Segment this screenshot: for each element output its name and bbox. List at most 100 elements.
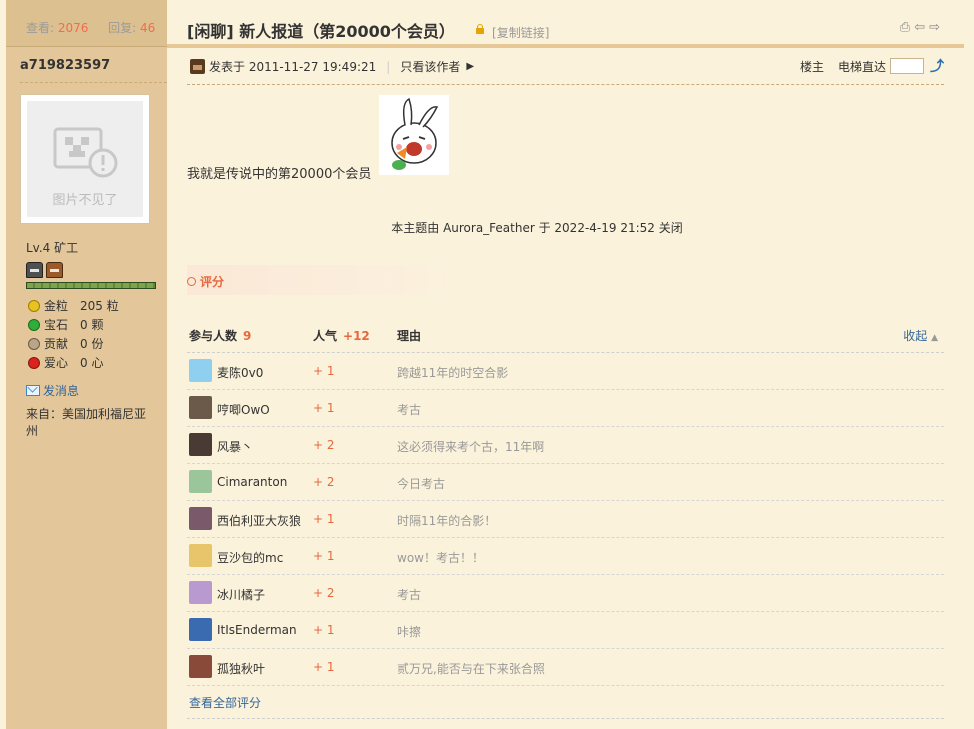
experience-bar-fill [27,283,155,288]
stat-value: 0 颗 [80,318,104,332]
rating-reason: 考古 [397,403,422,417]
rating-row: 哼唧OwO + 1 考古 [187,390,944,427]
divider [20,82,167,83]
stat-value: 0 份 [80,337,104,351]
iron-helmet-medal-icon[interactable] [26,262,43,278]
rating-reason: 咔擦 [397,625,422,639]
stat-gem: 宝石 0 颗 [28,316,119,335]
rating-table-header: 参与人数 9 人气 +12 理由 收起 ▲ [187,320,944,353]
replies-label: 回复: [108,21,137,35]
leather-helmet-medal-icon[interactable] [46,262,63,278]
stat-gold: 金粒 205 粒 [28,297,119,316]
user-location: 来自：美国加利福尼亚州 [26,407,147,438]
online-status-icon [190,59,205,74]
rating-table: 参与人数 9 人气 +12 理由 收起 ▲ 麦陈0v0 + 1 跨越11年的时空合影 哼唧… [187,320,944,686]
title-divider [167,44,964,48]
emerald-icon [28,318,40,331]
rater-avatar[interactable] [189,396,212,419]
rating-score: + 1 [313,512,335,526]
rate-circle-icon [187,277,196,286]
rating-row: 孤独秋叶 + 1 贰万兄,能否与在下来张合照 [187,649,944,686]
copy-link-button[interactable]: [复制链接] [492,26,549,40]
rater-name[interactable]: 豆沙包的mc [217,549,283,566]
jump-go-icon[interactable]: ⤴ [930,56,944,76]
post-content: 我就是传说中的第20000个会员 [187,167,372,182]
medal-list [26,262,66,281]
rating-row: 豆沙包的mc + 1 wow！考古！！ [187,538,944,575]
participant-count: 9 [243,329,252,343]
thread-tools: ⎙⇦⇨ [900,20,944,35]
collapse-button[interactable]: 收起 ▲ [903,320,938,354]
thread-title-row: [闲聊] 新人报道（第20000个会员） [复制链接] [187,18,549,42]
views-label: 查看: [26,21,55,35]
contribution-icon [28,337,40,350]
replies-count: 46 [139,21,156,35]
rater-avatar[interactable] [189,655,212,678]
broken-image-icon [53,127,118,178]
rating-score: + 1 [313,549,335,563]
print-icon[interactable]: ⎙ [900,20,914,35]
rater-name[interactable]: 风暴丶 [217,438,253,455]
rating-score: + 1 [313,623,335,637]
thread-stats-bar: 查看: 2076 回复: 46 [6,0,167,47]
rating-row: 风暴丶 + 2 这必须得来考个古，11年啊 [187,427,944,464]
rater-name[interactable]: 冰川橘子 [217,586,265,603]
rater-avatar[interactable] [189,470,212,493]
author-sidebar: 查看: 2076 回复: 46 a719823597 图片不见了 Lv.4 矿工 [6,0,167,729]
rater-avatar[interactable] [189,359,212,382]
rate-button[interactable]: 评分 [187,273,224,290]
popularity-total: +12 [343,329,370,343]
only-author-link[interactable]: 只看该作者 [400,58,460,75]
rater-name[interactable]: 孤独秋叶 [217,660,265,677]
user-stats: 金粒 205 粒 宝石 0 颗 贡献 0 份 爱心 0 心 [28,297,119,373]
rater-avatar[interactable] [189,507,212,530]
collapse-label: 收起 [903,329,928,343]
post-meta: 发表于 2011-11-27 19:49:21 | 只看该作者 ▶ [190,58,474,75]
rabbit-sticker-image [379,95,449,175]
rating-score: + 2 [313,475,335,489]
stat-love: 爱心 0 心 [28,354,119,373]
rating-panel [187,265,457,295]
rating-score: + 1 [313,401,335,415]
rating-score: + 2 [313,438,335,452]
next-thread-icon[interactable]: ⇨ [929,20,944,35]
popularity-label: 人气 [313,329,338,343]
post-floor-tools: 楼主 电梯直达 ⤴ [800,56,944,76]
rater-avatar[interactable] [189,618,212,641]
rater-name[interactable]: 麦陈0v0 [217,364,263,381]
floor-jump-input[interactable] [890,58,924,74]
author-username[interactable]: a719823597 [20,58,110,73]
rating-reason: 这必须得来考个古，11年啊 [397,440,545,454]
envelope-icon [26,385,40,396]
avatar-placeholder: 图片不见了 [27,101,143,217]
stat-label: 宝石 [44,318,69,332]
views-count: 2076 [57,21,89,35]
view-all-ratings-link[interactable]: 查看全部评分 [189,694,261,711]
rater-name[interactable]: 哼唧OwO [217,401,270,418]
stat-value: 205 粒 [80,299,119,313]
rating-score: + 1 [313,364,335,378]
rate-button-label: 评分 [200,275,225,289]
previous-thread-icon[interactable]: ⇦ [914,20,929,35]
rating-reason: 今日考古 [397,477,446,491]
rating-score: + 2 [313,586,335,600]
rater-name[interactable]: 西伯利亚大灰狼 [217,512,301,529]
rabbit-sticker-icon [391,97,439,170]
play-triangle-icon[interactable]: ▶ [466,61,474,72]
rater-name[interactable]: Cimaranton [217,475,287,489]
reason-header: 理由 [397,329,422,343]
send-message-label: 发消息 [43,384,80,398]
thread-title: [闲聊] 新人报道（第20000个会员） [187,22,455,41]
participants-header: 参与人数 9 [189,320,251,352]
rater-avatar[interactable] [189,544,212,567]
stat-label: 金粒 [44,299,69,313]
send-message-link[interactable]: 发消息 [26,382,79,399]
rater-avatar[interactable] [189,433,212,456]
rater-avatar[interactable] [189,581,212,604]
rating-rows: 麦陈0v0 + 1 跨越11年的时空合影 哼唧OwO + 1 考古 风暴丶 + 2 这必须得来考… [187,353,944,686]
rater-name[interactable]: ItIsEnderman [217,623,297,637]
lock-icon [476,23,485,34]
avatar[interactable]: 图片不见了 [20,94,150,224]
rating-bottom-divider [187,718,944,719]
rating-score: + 1 [313,660,335,674]
